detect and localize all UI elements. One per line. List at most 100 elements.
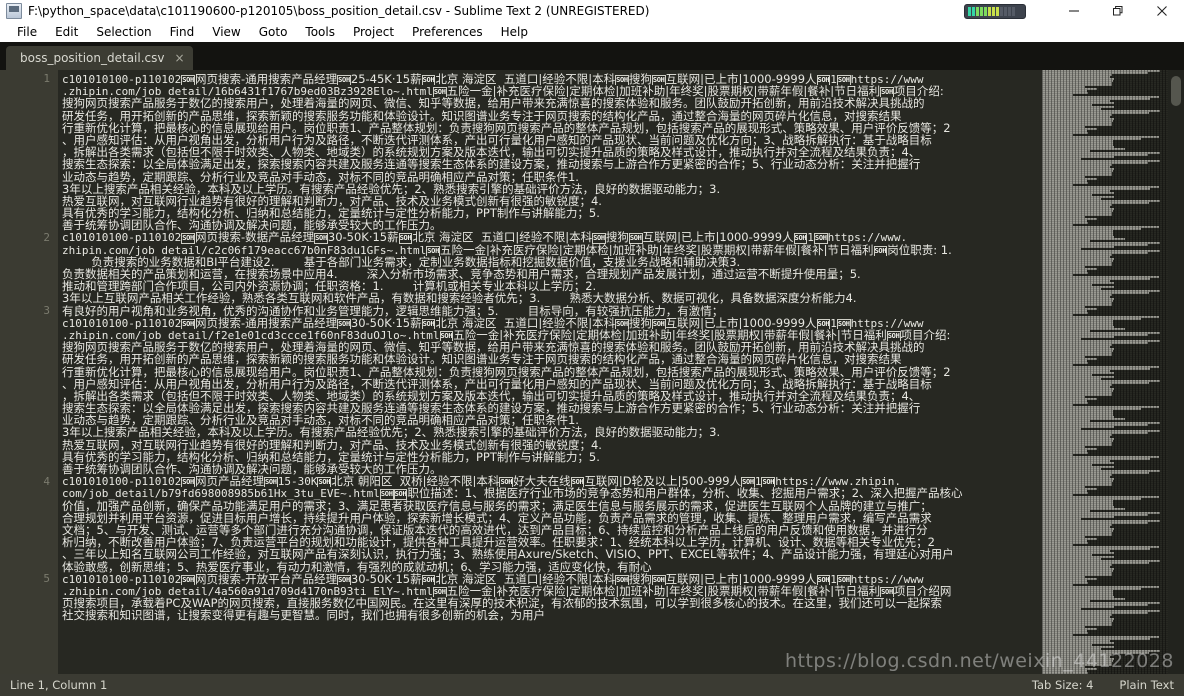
soh-control-glyph: SOH — [314, 233, 328, 244]
tab-size-status[interactable]: Tab Size: 4 — [1032, 678, 1094, 692]
menu-item-preferences[interactable]: Preferences — [403, 22, 492, 42]
soh-control-glyph: SOH — [570, 477, 585, 488]
menu-item-project[interactable]: Project — [344, 22, 403, 42]
menu-item-view[interactable]: View — [203, 22, 249, 42]
soh-control-glyph: SOH — [836, 574, 851, 585]
maximize-icon — [1113, 6, 1123, 16]
code-content[interactable]: c101010100-p110102SOH网页搜索-通用搜索产品经理SOH25-… — [58, 70, 1042, 674]
code-line: c101010100-p110102SOH网页产品经理SOH15-30KSOH北… — [62, 475, 902, 488]
code-line: 善于统筹协调团队合作、沟通协调及解决问题，能够承受较大的工作压力。 — [62, 219, 442, 232]
code-line: c101010100-p110102SOH网页搜索-数据产品经理SOH30-50… — [62, 231, 908, 244]
tab-boss-position-detail-csv[interactable]: boss_position_detail.csv × — [6, 46, 193, 70]
scrollbar-thumb[interactable] — [1171, 76, 1181, 106]
code-line: .zhipin.com/job_detail/f2e1e01cd3ccce1f6… — [62, 328, 951, 342]
maximize-button[interactable] — [1096, 0, 1140, 22]
code-line: 、用户感知评估：从用户视角出发，分析用户行为及路径，不断迭代评测体系，产出可行量… — [62, 377, 932, 390]
soh-control-glyph: SOH — [181, 477, 195, 488]
cursor-position-status[interactable]: Line 1, Column 1 — [10, 678, 107, 692]
menu-item-edit[interactable]: Edit — [46, 22, 87, 42]
soh-control-glyph: SOH — [432, 586, 447, 598]
menu-item-file[interactable]: File — [8, 22, 46, 42]
line-number: 3 — [43, 303, 50, 317]
sublime-text-icon — [6, 3, 22, 19]
soh-control-glyph: SOH — [337, 574, 351, 585]
close-button[interactable] — [1140, 0, 1184, 22]
code-line: 合理规划并利用平台资源，促进目标用户增长，持续提升用户体验，探索新增长模式；4、… — [62, 511, 932, 524]
soh-control-glyph: SOH — [615, 318, 629, 329]
soh-control-glyph: SOH — [499, 477, 514, 488]
syntax-status[interactable]: Plain Text — [1119, 678, 1174, 692]
code-line: 有良好的用户视角和业务视角，优秀的沟通协作和业务管理能力，逻辑思维能力强；5. … — [62, 304, 724, 317]
code-line: 业动态与趋势，定期跟踪、分析行业及竞品对手动态，对标不同的竞品明确相应产品对策；… — [62, 414, 579, 427]
soh-control-glyph: SOH — [651, 574, 666, 585]
title-bar: F:\python_space\data\c101190600-p120105\… — [0, 0, 1184, 22]
code-line: 页搜索项目，承载着PC及WAP的网页搜索，直接服务数亿中国网民。在这里有深厚的技… — [62, 597, 942, 610]
code-line: 研发任务，用开拓创新的产品思维，探索新颖的搜索服务功能和体验设计。知识图谱业务专… — [62, 109, 902, 122]
code-line: 价值，加强产品创新，确保产品功能满足用户的需求；3、满足患者获取医疗信息与服务的… — [62, 499, 932, 512]
soh-control-glyph: SOH — [592, 233, 606, 244]
soh-control-glyph: SOH — [873, 245, 888, 256]
menu-item-find[interactable]: Find — [161, 22, 204, 42]
menu-item-help[interactable]: Help — [492, 22, 537, 42]
soh-control-glyph: SOH — [880, 586, 894, 598]
soh-control-glyph: SOH — [741, 477, 755, 488]
code-line: .zhipin.com/job_detail/16b6431f1767b9ed0… — [62, 85, 944, 98]
close-icon — [1157, 6, 1167, 16]
soh-control-glyph: SOH — [421, 318, 436, 329]
code-line: ，拆解出各类需求（包括但不限于时效类、人物类、地域类）的系统规划方案及版本迭代，… — [62, 389, 921, 403]
soh-control-glyph: SOH — [836, 318, 851, 329]
soh-control-glyph: SOH — [836, 75, 851, 86]
soh-control-glyph: SOH — [651, 75, 666, 86]
soh-control-glyph: SOH — [379, 489, 394, 500]
vertical-scrollbar[interactable] — [1168, 70, 1184, 674]
minimize-button[interactable] — [1052, 0, 1096, 22]
code-line: 3年以上搜索产品相关经验，本科及以上学历。有搜索产品经验优先；2、熟悉搜索引擎的… — [62, 182, 721, 195]
code-line: 热爱互联网，对互联网行业趋势有很好的理解和判断力，对产品、技术及业务模式创新有很… — [62, 438, 602, 451]
soh-control-glyph: SOH — [651, 318, 666, 329]
code-line: c101010100-p110102SOH网页搜索-通用搜索产品经理SOH30-… — [62, 316, 924, 329]
soh-control-glyph: SOH — [439, 330, 454, 342]
soh-control-glyph: SOH — [426, 245, 440, 256]
soh-control-glyph: SOH — [813, 233, 828, 244]
sublime-text-window: F:\python_space\data\c101190600-p120105\… — [0, 0, 1184, 696]
code-line: 负责数据相关的产品策划和运营，在搜索场景中应用4. 深入分析市场需求、竞争态势和… — [62, 268, 861, 281]
soh-control-glyph: SOH — [393, 489, 408, 500]
menu-item-goto[interactable]: Goto — [250, 22, 297, 42]
soh-control-glyph: SOH — [181, 75, 195, 86]
tab-close-icon[interactable]: × — [175, 52, 185, 64]
soh-control-glyph: SOH — [816, 574, 831, 585]
line-number: 2 — [43, 230, 50, 244]
soh-control-glyph: SOH — [628, 233, 643, 244]
code-line: 搜索生态探索：以全局体验满足出发，探索搜索内容共建及服务连通等搜索生态体系的建设… — [62, 402, 921, 415]
line-number-gutter: 1 2 3 4 5 — [0, 70, 58, 674]
code-line: 负责搜索的业务数据和BI平台建设2. 基于各部门业务需求，定制业务数据指标和挖掘… — [62, 255, 741, 268]
code-line: 行重新优化计算，把最核心的信息展现给用户。岗位职责1、产品整体规划：负责搜狗网页… — [62, 121, 951, 134]
code-line: 推动和管理跨部门合作项目，公司内外资源协调；任职资格：1. 计算机或相关专业本科… — [62, 280, 597, 293]
code-line: 搜狗网页搜索产品服务于数亿的搜索用户，处理着海量的网页、微信、知乎等数据，给用户… — [62, 341, 925, 354]
code-line: 具有优秀的学习能力，结构化分析、归纳和总结能力，定量统计与定性分析能力，PPT制… — [62, 207, 600, 220]
tab-label: boss_position_detail.csv — [20, 51, 165, 65]
code-line: 具有优秀的学习能力，结构化分析、归纳和总结能力，定量统计与定性分析能力，PPT制… — [62, 450, 600, 463]
soh-control-glyph: SOH — [398, 233, 413, 244]
soh-control-glyph: SOH — [761, 477, 776, 488]
soh-control-glyph: SOH — [615, 75, 629, 86]
line-number: 4 — [43, 474, 50, 488]
code-line: 社交搜索和知识图谱，让搜索变得更有趣与更智慧。同时，我们也拥有很多创新的机会，为… — [62, 609, 545, 622]
code-line: 研发任务，用开拓创新的产品思维，探索新颖的搜索服务功能和体验设计。知识图谱业务专… — [62, 353, 902, 366]
soh-control-glyph: SOH — [886, 330, 901, 342]
menu-item-tools[interactable]: Tools — [296, 22, 344, 42]
soh-control-glyph: SOH — [337, 75, 351, 86]
soh-control-glyph: SOH — [880, 87, 894, 98]
soh-control-glyph: SOH — [421, 75, 436, 86]
soh-control-glyph: SOH — [816, 75, 831, 86]
system-resource-gauge[interactable] — [964, 3, 1026, 19]
soh-control-glyph: SOH — [432, 87, 447, 98]
code-line: 搜狗网页搜索产品服务于数亿的搜索用户，处理着海量的网页、微信、知乎等数据，给用户… — [62, 97, 925, 110]
code-line: .zhipin.com/job_detail/4a560a91d709d4170… — [62, 584, 952, 598]
code-line: 体验敢感，创新思维；5、热爱医疗事业，有动力和激情，有强烈的成就动机；6、学习能… — [62, 560, 652, 573]
code-line: c101010100-p110102SOH网页搜索-通用搜索产品经理SOH25-… — [62, 73, 924, 86]
menu-item-selection[interactable]: Selection — [87, 22, 160, 42]
soh-control-glyph: SOH — [317, 477, 332, 488]
minimap[interactable] — [1042, 70, 1168, 674]
minimize-icon — [1069, 10, 1079, 12]
